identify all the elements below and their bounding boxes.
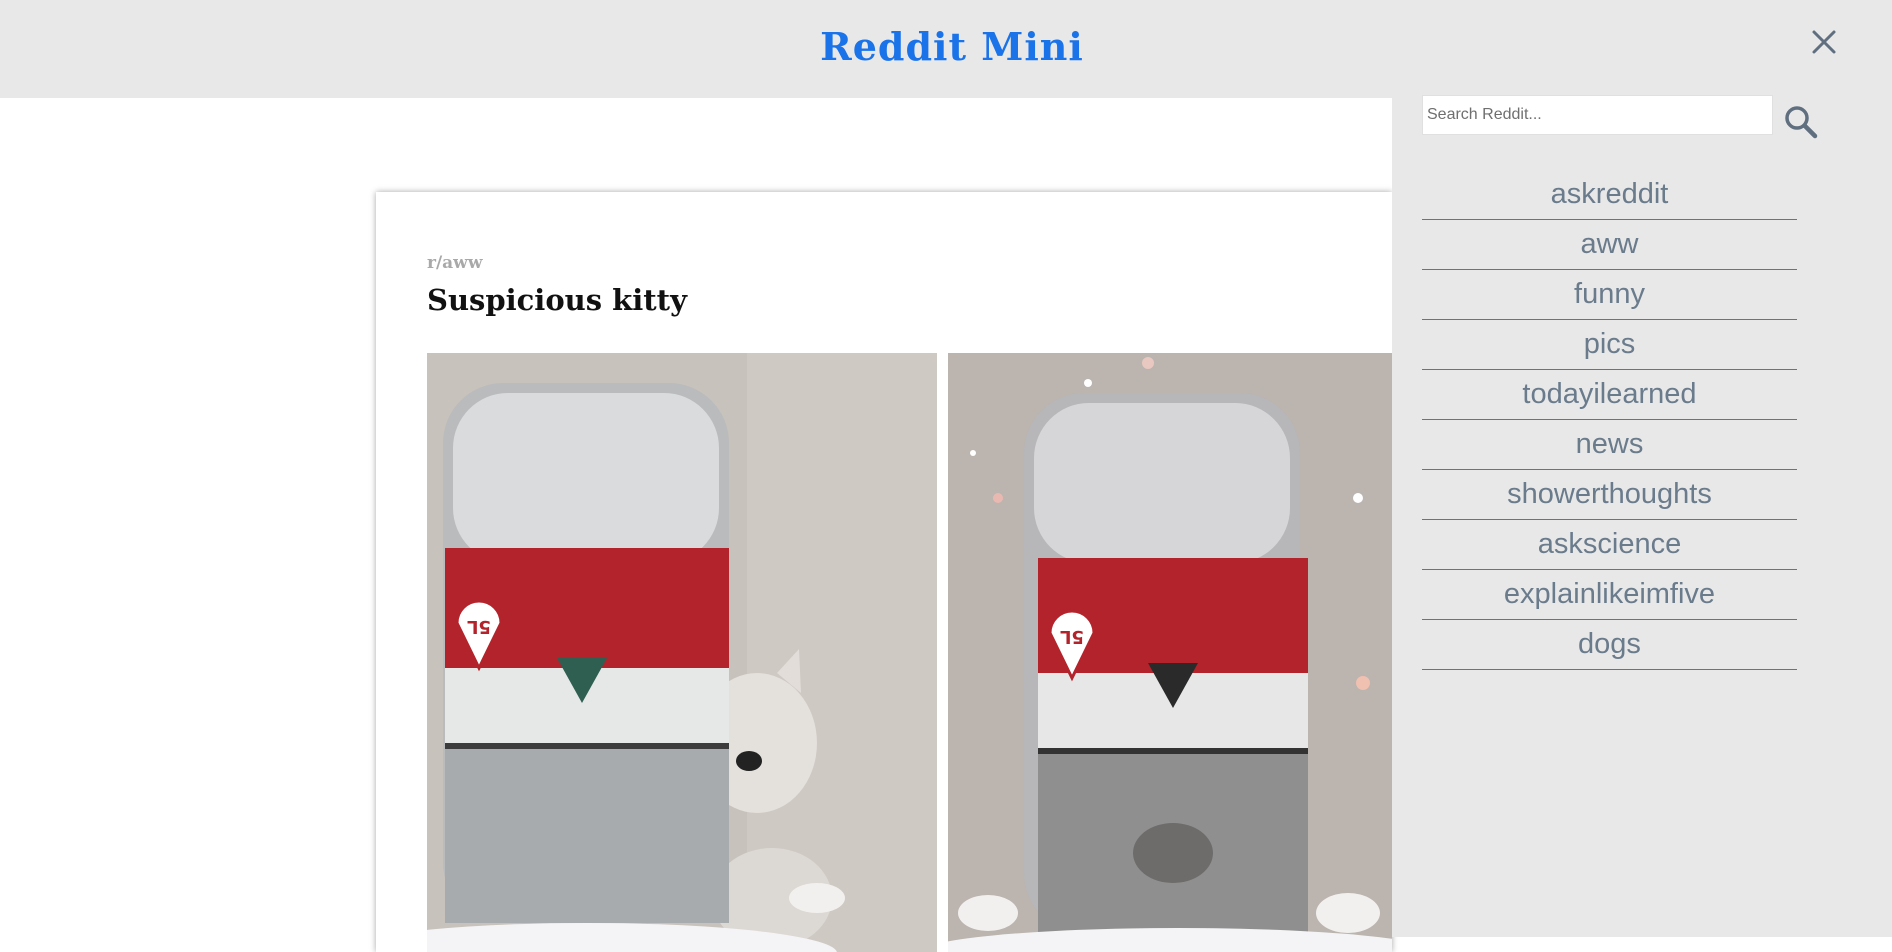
app-title: Reddit Mini	[820, 24, 1084, 69]
post-subreddit[interactable]: r/aww	[427, 252, 482, 274]
subreddit-item-askreddit[interactable]: askreddit	[1422, 170, 1797, 220]
svg-text:5L: 5L	[467, 616, 491, 637]
subreddit-item-aww[interactable]: aww	[1422, 220, 1797, 270]
search-icon	[1785, 106, 1818, 139]
subreddit-item-pics[interactable]: pics	[1422, 320, 1797, 370]
subreddit-item-todayilearned[interactable]: todayilearned	[1422, 370, 1797, 420]
subreddit-item-askscience[interactable]: askscience	[1422, 520, 1797, 570]
post-image-2[interactable]: 5L	[948, 353, 1392, 952]
subreddit-list: askreddit aww funny pics todayilearned n…	[1422, 170, 1797, 670]
post-gallery: 5L 5L	[427, 353, 1392, 952]
post-image-1[interactable]: 5L	[427, 353, 937, 952]
app-header: Reddit Mini	[0, 0, 1892, 98]
close-button[interactable]	[1806, 24, 1842, 60]
sidebar: askreddit aww funny pics todayilearned n…	[1392, 95, 1892, 937]
post-title[interactable]: Suspicious kitty	[427, 280, 687, 320]
svg-text:5L: 5L	[1060, 626, 1084, 647]
subreddit-item-funny[interactable]: funny	[1422, 270, 1797, 320]
subreddit-item-news[interactable]: news	[1422, 420, 1797, 470]
subreddit-item-explainlikeimfive[interactable]: explainlikeimfive	[1422, 570, 1797, 620]
search-input[interactable]	[1422, 95, 1773, 135]
close-icon	[1812, 30, 1836, 54]
post-card: r/aww Suspicious kitty 5L 5L	[376, 192, 1392, 952]
subreddit-item-showerthoughts[interactable]: showerthoughts	[1422, 470, 1797, 520]
search-button[interactable]	[1781, 102, 1821, 142]
subreddit-item-dogs[interactable]: dogs	[1422, 620, 1797, 670]
